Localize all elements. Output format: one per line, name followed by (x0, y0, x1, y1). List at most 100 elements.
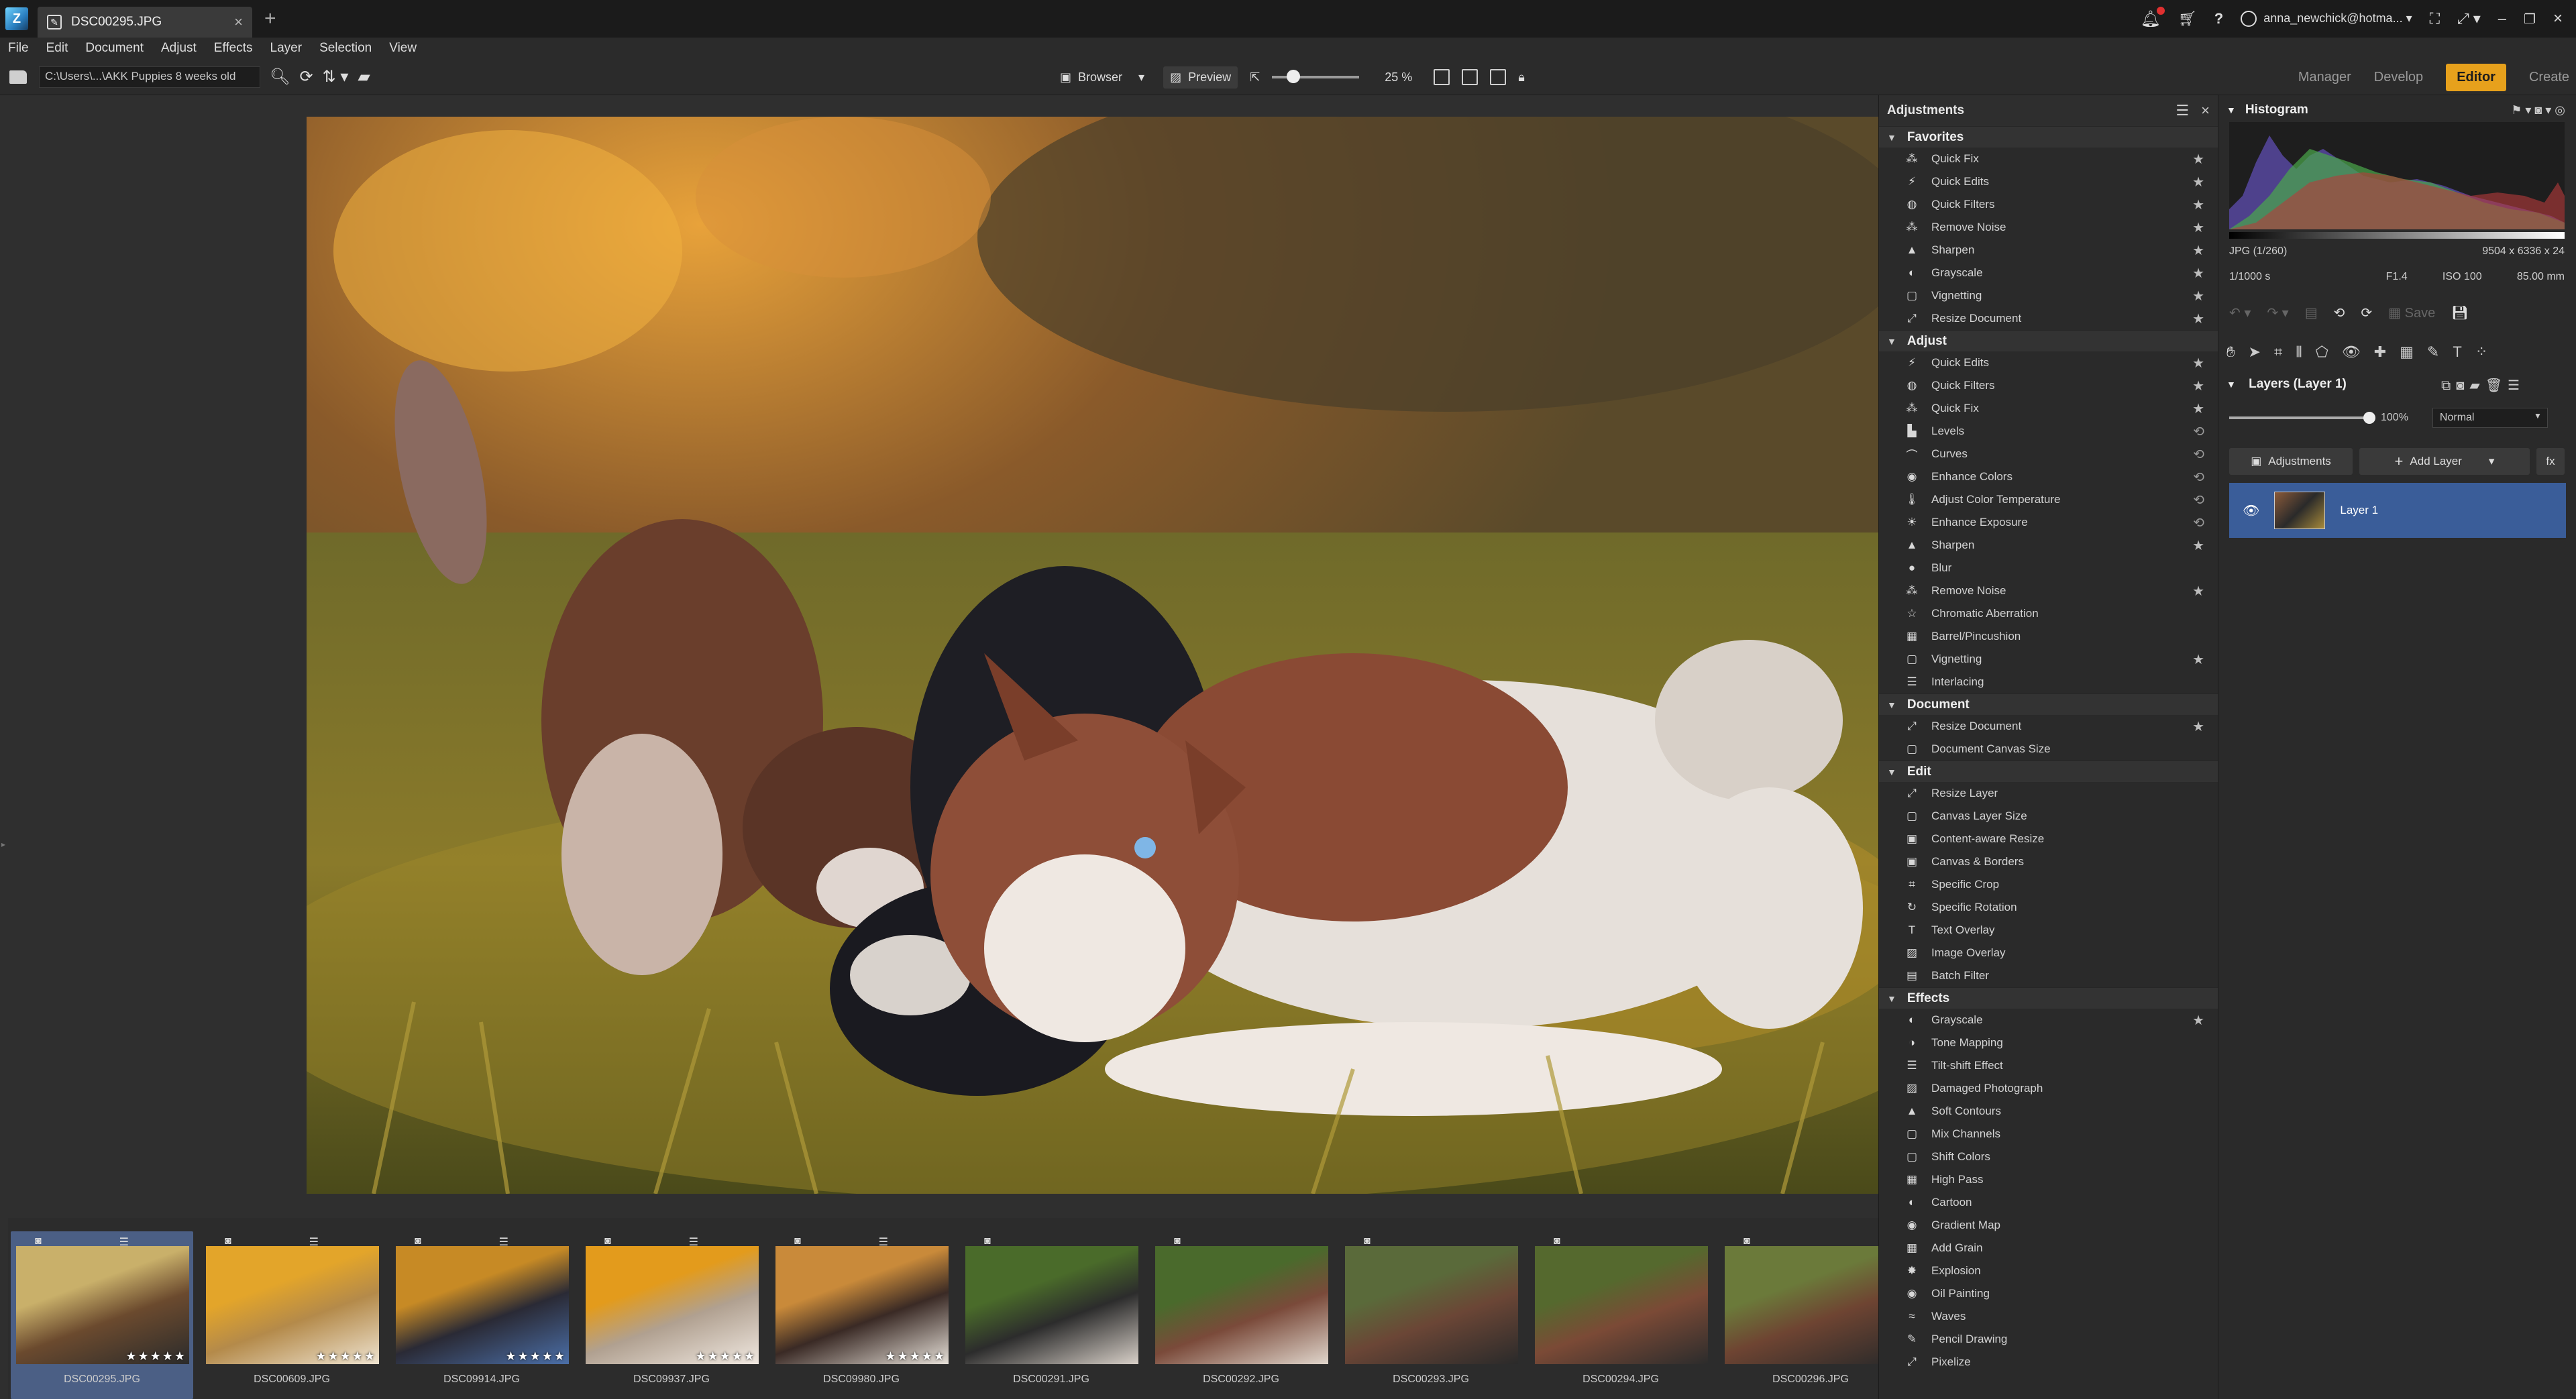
favorite-star-icon[interactable]: ★ (2192, 400, 2204, 417)
adjustment-item[interactable]: ▲ Sharpen ★ (1879, 239, 2218, 262)
adjustment-item[interactable]: ● Blur (1879, 557, 2218, 579)
section-document[interactable]: ▼ Document (1879, 693, 2218, 715)
minimize-button[interactable]: – (2498, 10, 2506, 27)
layer-row[interactable]: 👁︎ Layer 1 (2229, 483, 2566, 538)
chevron-down-icon[interactable]: ▾ (1138, 70, 1144, 85)
close-panel-icon[interactable]: × (2201, 102, 2210, 119)
adjustment-item[interactable]: ☰ Tilt-shift Effect (1879, 1054, 2218, 1077)
sort-icon[interactable]: ⇅ ▾ (323, 67, 349, 87)
adjustment-item[interactable]: ▣ Content-aware Resize (1879, 828, 2218, 850)
rating-stars[interactable]: ★★★★★ (775, 1349, 949, 1363)
adjustment-item[interactable]: ◐ Grayscale ★ (1879, 262, 2218, 284)
collapse-triangle-icon[interactable]: ▼ (2226, 105, 2236, 115)
rotate-left-icon[interactable]: ⟲ (2334, 304, 2345, 321)
help-icon[interactable]: ? (2214, 10, 2223, 27)
tab-create[interactable]: Create (2529, 70, 2569, 85)
brush-tool-icon[interactable]: ✎ (2427, 343, 2439, 361)
favorite-star-icon[interactable]: ★ (2192, 151, 2204, 168)
tab-manager[interactable]: Manager (2298, 70, 2351, 85)
adjustment-item[interactable]: ▨ Image Overlay (1879, 942, 2218, 964)
adjustment-item[interactable]: ▢ Vignetting ★ (1879, 284, 2218, 307)
perspective-tool-icon[interactable]: ⬠ (2316, 343, 2328, 361)
recent-history-icon[interactable]: ⟲ (2193, 492, 2204, 508)
adjustment-item[interactable]: ☆ Chromatic Aberration (1879, 602, 2218, 625)
favorite-star-icon[interactable]: ★ (2192, 174, 2204, 190)
histogram-options-icon[interactable]: ⚑ ▾ ◙ ▾ ◎ (2511, 103, 2565, 117)
text-tool-icon[interactable]: T (2453, 343, 2461, 361)
adjustment-item[interactable]: ⤢ Pixelize (1879, 1351, 2218, 1374)
filmstrip-thumbnail[interactable]: ◙ ☰ ★★★★★ DSC09937.JPG (580, 1231, 763, 1399)
retouch-tool-icon[interactable]: ✚ (2374, 343, 2386, 361)
adjustment-item[interactable]: T Text Overlay (1879, 919, 2218, 942)
menu-file[interactable]: File (8, 41, 29, 56)
adjustment-item[interactable]: ▢ Mix Channels (1879, 1123, 2218, 1145)
favorite-star-icon[interactable]: ★ (2192, 219, 2204, 236)
favorite-star-icon[interactable]: ★ (2192, 265, 2204, 282)
rating-stars[interactable]: ★★★★★ (16, 1349, 189, 1363)
opacity-knob[interactable] (2363, 412, 2375, 424)
favorite-star-icon[interactable]: ★ (2192, 583, 2204, 600)
filmstrip-thumbnail[interactable]: ◙ DSC00293.JPG (1340, 1231, 1522, 1399)
collapse-triangle-icon[interactable]: ▼ (1887, 993, 1896, 1004)
favorite-star-icon[interactable]: ★ (2192, 242, 2204, 259)
adjustment-item[interactable]: ◑ Tone Mapping (1879, 1031, 2218, 1054)
menu-view[interactable]: View (389, 41, 417, 56)
favorite-star-icon[interactable]: ★ (2192, 288, 2204, 304)
menu-icon[interactable]: ☰ (2176, 102, 2189, 119)
adjustment-item[interactable]: ⁂ Remove Noise ★ (1879, 579, 2218, 602)
crop-tool-icon[interactable]: ⌗ (2274, 343, 2282, 361)
favorite-star-icon[interactable]: ★ (2192, 718, 2204, 735)
adjustment-item[interactable]: ⤢ Resize Document ★ (1879, 307, 2218, 330)
adjustment-item[interactable]: ▤ Batch Filter (1879, 964, 2218, 987)
filmstrip[interactable]: ◙ ☰ ★★★★★ DSC00295.JPG ◙ ☰ ★★★★★ DSC00609.JPG ◙ ☰… (8, 1218, 1898, 1399)
collapse-triangle-icon[interactable]: ▼ (1887, 132, 1896, 143)
adjustment-item[interactable]: ▢ Document Canvas Size (1879, 738, 2218, 761)
menu-effects[interactable]: Effects (214, 41, 253, 56)
menu-document[interactable]: Document (85, 41, 144, 56)
adjustment-item[interactable]: ◐ Cartoon (1879, 1191, 2218, 1214)
user-account[interactable]: anna_newchick@hotma... ▾ (2241, 11, 2412, 27)
close-window-button[interactable]: × (2553, 9, 2563, 28)
fit-screen-icon[interactable] (1462, 69, 1479, 85)
document-tab[interactable]: ✎ DSC00295.JPG × (38, 7, 252, 38)
section-favorites[interactable]: ▼ Favorites (1879, 126, 2218, 148)
adjustment-item[interactable]: ▦ Add Grain (1879, 1237, 2218, 1260)
fullscreen-icon[interactable]: ⛶ (2430, 10, 2440, 27)
more-tools-icon[interactable]: ⁘ (2475, 343, 2487, 361)
adjustment-item[interactable]: ◉ Enhance Colors ⟲ (1879, 465, 2218, 488)
layers-collapse-icon[interactable]: ▼ (2226, 379, 2236, 390)
adjustment-item[interactable]: ◉ Gradient Map (1879, 1214, 2218, 1237)
adjustment-item[interactable]: ▙ Levels ⟲ (1879, 420, 2218, 443)
redo-icon[interactable]: ↷ ▾ (2267, 304, 2288, 321)
menu-adjust[interactable]: Adjust (161, 41, 197, 56)
collapse-triangle-icon[interactable]: ▼ (1887, 336, 1896, 347)
adjustment-item[interactable]: ⌗ Specific Crop (1879, 873, 2218, 896)
adjustment-item[interactable]: ▢ Shift Colors (1879, 1145, 2218, 1168)
zoom-slider[interactable] (1272, 70, 1360, 83)
favorite-star-icon[interactable]: ★ (2192, 311, 2204, 327)
rating-stars[interactable]: ★★★★★ (586, 1349, 759, 1363)
filmstrip-thumbnail[interactable]: ◙ DSC00294.JPG (1529, 1231, 1712, 1399)
rotate-right-icon[interactable]: ⟳ (2361, 304, 2372, 321)
filmstrip-thumbnail[interactable]: ◙ DSC00291.JPG (960, 1231, 1142, 1399)
adjustment-item[interactable]: ≈ Waves (1879, 1305, 2218, 1328)
adjustment-item[interactable]: ▣ Canvas & Borders (1879, 850, 2218, 873)
recent-history-icon[interactable]: ⟲ (2193, 514, 2204, 531)
filmstrip-thumbnail[interactable]: ◙ ☰ ★★★★★ DSC00609.JPG (201, 1231, 383, 1399)
menu-layer[interactable]: Layer (270, 41, 303, 56)
browser-button[interactable]: ▣ Browser ▾ (1053, 66, 1151, 89)
adjustment-item[interactable]: ⚡︎ Quick Edits ★ (1879, 170, 2218, 193)
filmstrip-thumbnail[interactable]: ◙ ☰ ★★★★★ DSC09980.JPG (770, 1231, 953, 1399)
adjustment-item[interactable]: ▲ Sharpen ★ (1879, 534, 2218, 557)
section-edit[interactable]: ▼ Edit (1879, 761, 2218, 782)
redeye-tool-icon[interactable]: 👁︎ (2342, 343, 2361, 361)
histogram-header[interactable]: ▼ Histogram ⚑ ▾ ◙ ▾ ◎ (2218, 95, 2576, 125)
favorite-star-icon[interactable]: ★ (2192, 1012, 2204, 1029)
adjustment-item[interactable]: ◐ Grayscale ★ (1879, 1009, 2218, 1031)
actual-size-icon[interactable] (1434, 69, 1450, 85)
visibility-eye-icon[interactable]: 👁︎ (2243, 502, 2259, 519)
recent-history-icon[interactable]: ⟲ (2193, 423, 2204, 440)
adjustment-item[interactable]: ▢ Canvas Layer Size (1879, 805, 2218, 828)
refresh-icon[interactable]: ⟳ (299, 67, 313, 87)
favorite-star-icon[interactable]: ★ (2192, 355, 2204, 372)
